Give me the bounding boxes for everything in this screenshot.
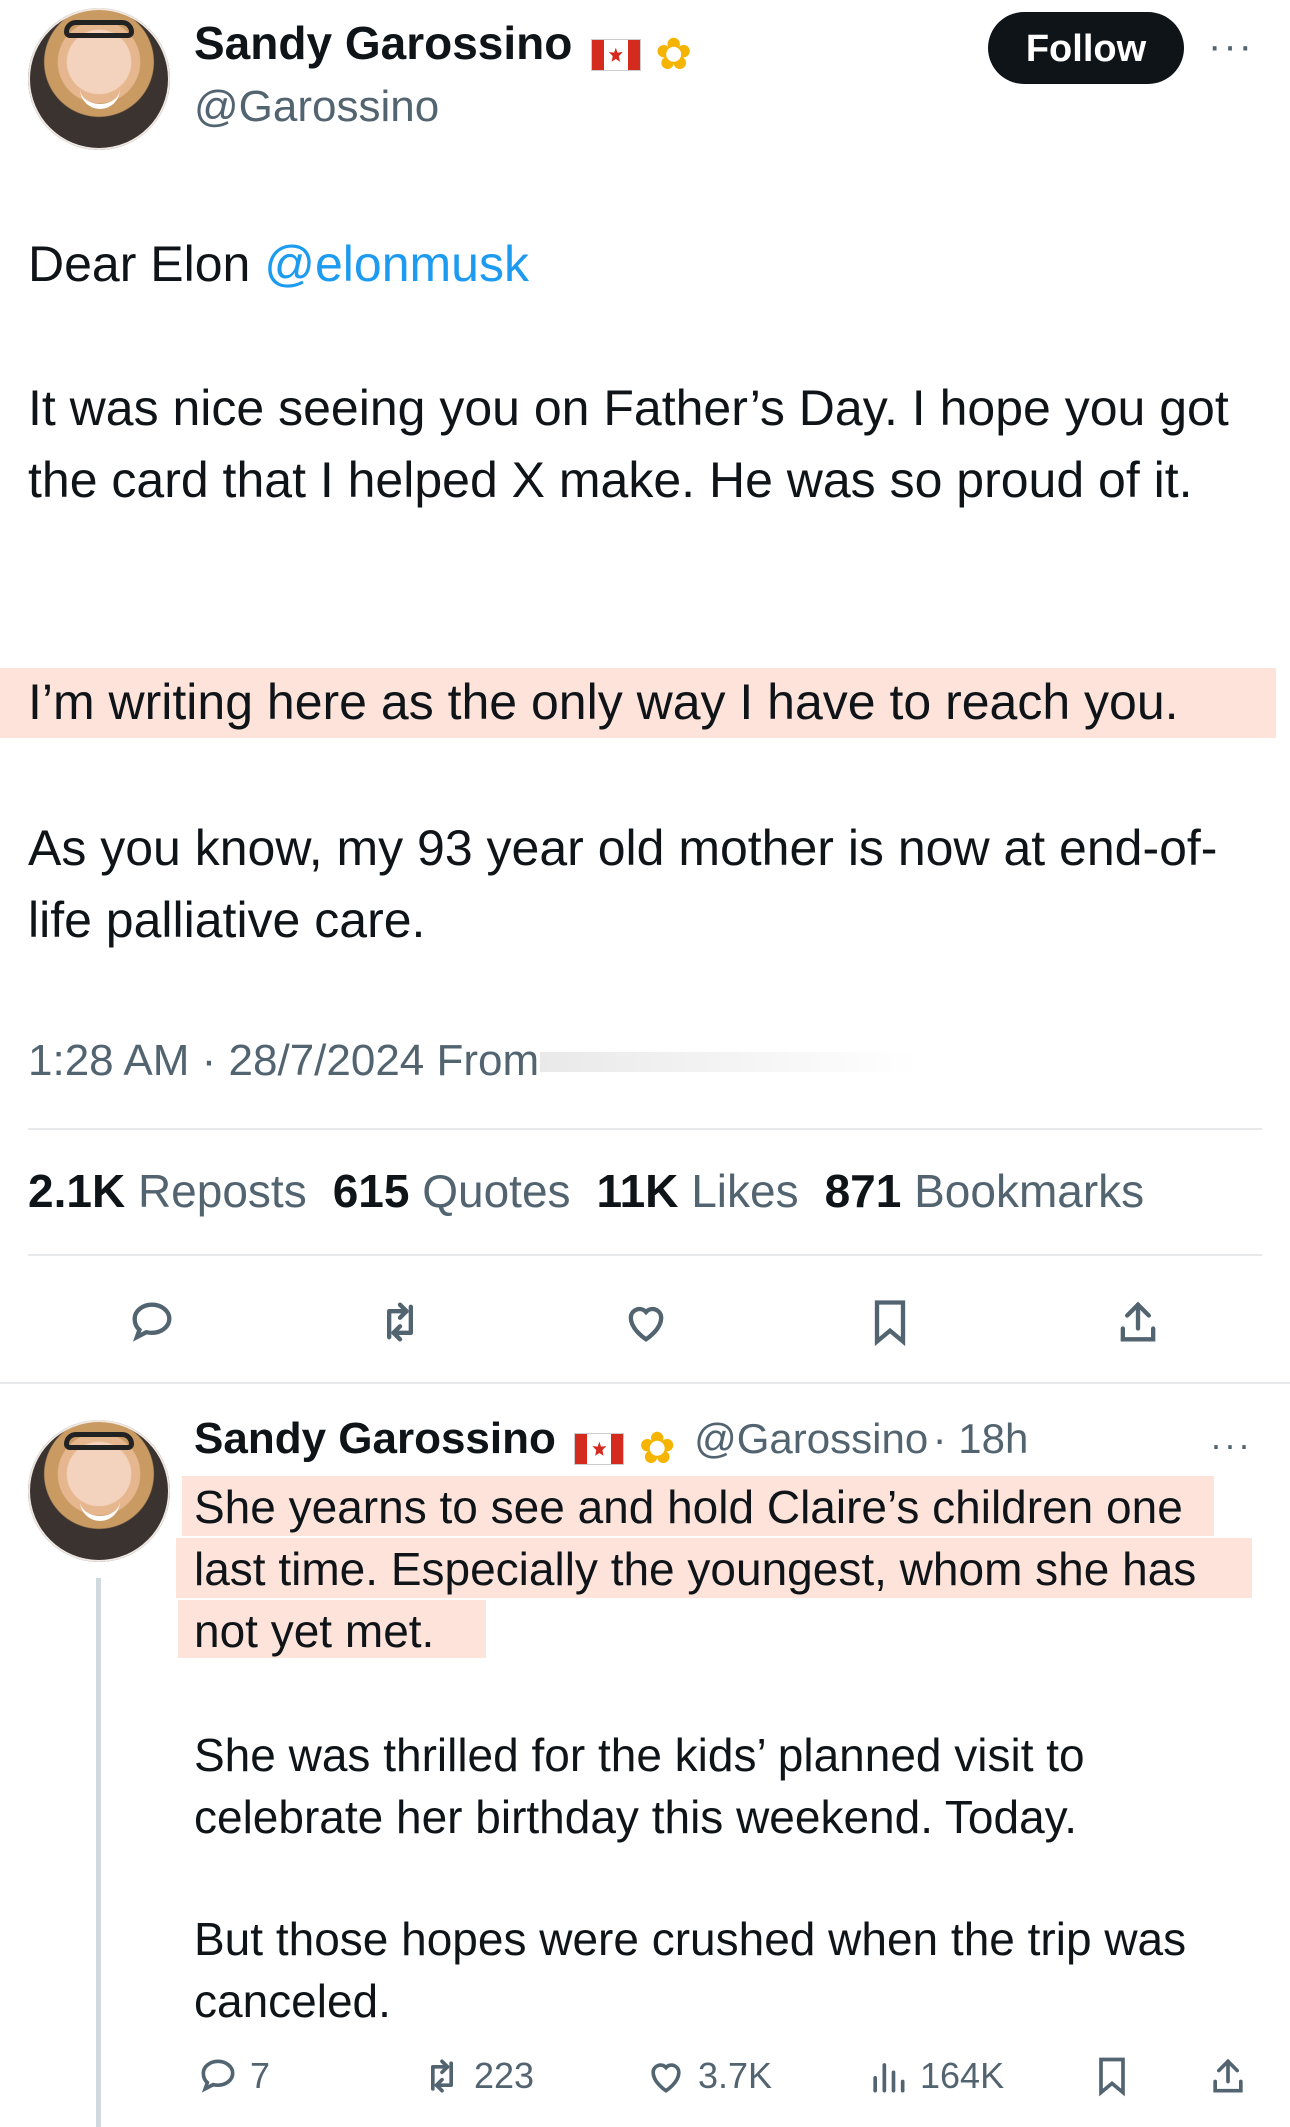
likes-count: 3.7K: [698, 2055, 773, 2096]
tweet-greeting: Dear Elon @elonmusk: [28, 228, 1268, 300]
reply-reposts-action[interactable]: 223: [420, 2054, 534, 2098]
mention-link[interactable]: @elonmusk: [264, 236, 529, 292]
replies-count: 7: [250, 2055, 271, 2096]
reply-author-avatar[interactable]: [28, 1420, 170, 1562]
author-name-row: Sandy Garossino ✿: [194, 16, 692, 77]
reply-replies-action[interactable]: 7: [196, 2054, 270, 2098]
stat-bookmarks[interactable]: 871 Bookmarks: [825, 1164, 1145, 1218]
tweet-paragraph-2: I’m writing here as the only way I have …: [28, 674, 1179, 730]
reply-bookmark-action[interactable]: [1090, 2054, 1134, 2098]
section-divider: [0, 1382, 1290, 1384]
divider-bottom: [28, 1254, 1262, 1256]
like-icon: [651, 2063, 681, 2093]
reply-author-name[interactable]: Sandy Garossino: [194, 1414, 556, 1463]
redacted-source: [540, 1052, 920, 1072]
reply-icon: [201, 2059, 235, 2093]
like-icon[interactable]: [614, 1290, 678, 1354]
divider-top: [28, 1128, 1262, 1130]
canada-flag-icon: [574, 1432, 625, 1465]
avatar-smile: [80, 1500, 120, 1521]
canada-flag-icon: [590, 38, 641, 71]
share-icon[interactable]: [1106, 1290, 1170, 1354]
author-avatar[interactable]: [28, 8, 170, 150]
greeting-text: Dear Elon: [28, 236, 265, 292]
stat-quotes[interactable]: 615 Quotes: [333, 1164, 571, 1218]
tweet-paragraph-1: It was nice seeing you on Father’s Day. …: [28, 380, 1229, 508]
tweet-timestamp[interactable]: 1:28 AM · 28/7/2024 From: [28, 1036, 539, 1086]
reply-header: Sandy Garossino ✿ @Garossino · 18h: [194, 1414, 1028, 1471]
sunflower-icon: ✿: [638, 1423, 676, 1473]
reply-time[interactable]: · 18h: [933, 1415, 1029, 1462]
reply-paragraph-3: But those hopes were crushed when the tr…: [194, 1913, 1187, 2027]
reply-icon[interactable]: [120, 1290, 184, 1354]
sunflower-icon: ✿: [655, 29, 693, 79]
reply-likes-action[interactable]: 3.7K: [644, 2054, 772, 2098]
follow-button[interactable]: Follow: [988, 12, 1184, 84]
stat-reposts[interactable]: 2.1K Reposts: [28, 1164, 307, 1218]
bookmark-icon: [1099, 2057, 1125, 2097]
reply-views-action[interactable]: 164K: [866, 2054, 1004, 2098]
repost-icon[interactable]: [368, 1290, 432, 1354]
reply-paragraph-2: She was thrilled for the kids’ planned v…: [194, 1729, 1085, 1843]
reply-paragraph-1: She yearns to see and hold Claire’s chil…: [194, 1481, 1197, 1657]
avatar-glasses: [64, 20, 134, 38]
reply-share-action[interactable]: [1206, 2054, 1250, 2098]
views-icon: [873, 2063, 905, 2093]
avatar-smile: [80, 88, 120, 109]
reposts-count: 223: [474, 2055, 535, 2096]
reply-more-options-icon[interactable]: ···: [1210, 1424, 1252, 1466]
more-options-icon[interactable]: ···: [1208, 24, 1254, 69]
author-name[interactable]: Sandy Garossino: [194, 17, 572, 69]
bookmark-icon[interactable]: [858, 1290, 922, 1354]
share-icon: [1213, 2058, 1243, 2093]
repost-icon: [431, 2059, 453, 2093]
tweet-paragraph-3: As you know, my 93 year old mother is no…: [28, 820, 1218, 948]
stat-likes[interactable]: 11K Likes: [597, 1164, 799, 1218]
reply-author-handle[interactable]: @Garossino: [694, 1415, 928, 1462]
views-count: 164K: [920, 2055, 1005, 2096]
engagement-stats: 2.1K Reposts 615 Quotes 11K Likes 871 Bo…: [28, 1164, 1144, 1218]
avatar-glasses: [64, 1432, 134, 1450]
thread-line: [96, 1578, 101, 2127]
author-handle[interactable]: @Garossino: [194, 82, 439, 132]
